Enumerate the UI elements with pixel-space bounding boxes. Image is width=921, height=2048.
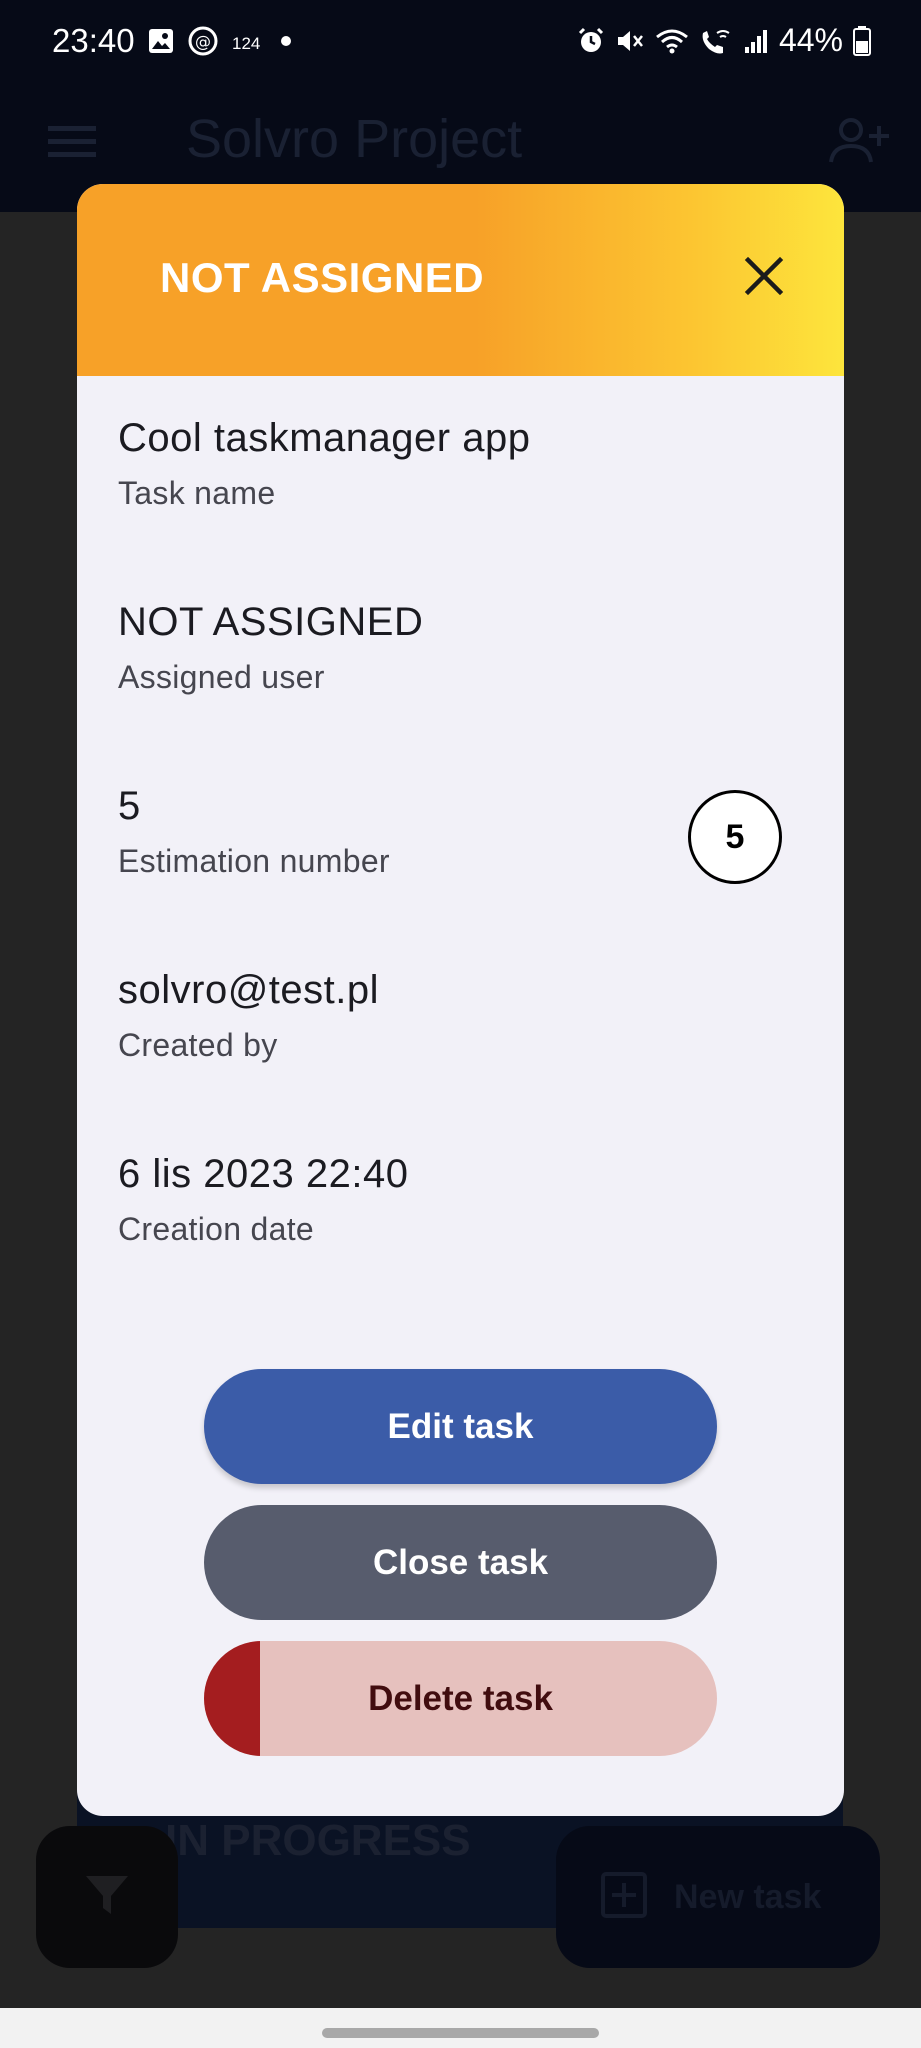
menu-icon[interactable] [48, 124, 96, 165]
creation-date-value: 6 lis 2023 22:40 [118, 1152, 409, 1196]
column-label: IN PROGRESS [165, 1816, 471, 1865]
dialog-title: NOT ASSIGNED [160, 254, 485, 301]
task-name-field: Cool taskmanager app Task name [118, 416, 530, 512]
delete-hold-progress [204, 1641, 261, 1756]
close-task-label: Close task [372, 1542, 549, 1582]
estimation-value: 5 [118, 784, 141, 828]
alarm-icon [577, 27, 605, 55]
delete-task-button[interactable]: Delete task [204, 1641, 717, 1756]
assigned-user-value: NOT ASSIGNED [118, 600, 424, 644]
signal-icon [743, 27, 769, 55]
estimation-badge: 5 [688, 790, 782, 884]
wifi-call-icon [699, 27, 733, 55]
mute-icon [615, 27, 645, 55]
creation-date-label: Creation date [118, 1211, 315, 1247]
filter-button[interactable] [36, 1826, 178, 1968]
battery-icon [853, 25, 871, 56]
new-task-button[interactable]: New task [556, 1826, 880, 1968]
delete-task-label: Delete task [368, 1678, 553, 1718]
task-name-value: Cool taskmanager app [118, 416, 531, 460]
add-user-icon[interactable] [829, 116, 889, 171]
app-title: Solvro Project [186, 109, 523, 169]
navigation-bar [0, 2008, 921, 2048]
notification-count: 124 [232, 33, 261, 53]
close-task-button[interactable]: Close task [204, 1505, 717, 1620]
creation-date-field: 6 lis 2023 22:40 Creation date [118, 1152, 408, 1248]
assigned-user-field: NOT ASSIGNED Assigned user [118, 600, 423, 696]
created-by-value: solvro@test.pl [118, 968, 380, 1012]
status-time: 23:40 [52, 22, 135, 59]
wifi-icon [655, 27, 689, 55]
home-gesture-handle[interactable] [322, 2028, 599, 2038]
dot-icon [274, 29, 298, 58]
status-right: 44% [577, 22, 871, 59]
estimation-field: 5 Estimation number [118, 784, 390, 880]
battery-level: 44% [778, 22, 843, 58]
task-dialog: NOT ASSIGNED Cool taskmanager app Task n… [77, 184, 844, 1816]
filter-icon [84, 1872, 130, 1923]
task-name-label: Task name [118, 475, 276, 511]
svg-text:@: @ [195, 32, 211, 51]
estimation-label: Estimation number [118, 843, 390, 879]
plus-square-icon [600, 1871, 648, 1924]
close-icon[interactable] [742, 254, 786, 303]
status-left-icons: @ 124 [148, 26, 298, 61]
assigned-user-label: Assigned user [118, 659, 325, 695]
created-by-label: Created by [118, 1027, 278, 1063]
dialog-header: NOT ASSIGNED [77, 184, 844, 376]
edit-task-button[interactable]: Edit task [204, 1369, 717, 1484]
image-icon [148, 28, 174, 59]
created-by-field: solvro@test.pl Created by [118, 968, 379, 1064]
edit-task-label: Edit task [387, 1406, 534, 1446]
new-task-label: New task [674, 1877, 822, 1916]
status-bar: 23:40 @ 124 44% [0, 0, 921, 86]
threads-icon: @ [188, 26, 218, 61]
